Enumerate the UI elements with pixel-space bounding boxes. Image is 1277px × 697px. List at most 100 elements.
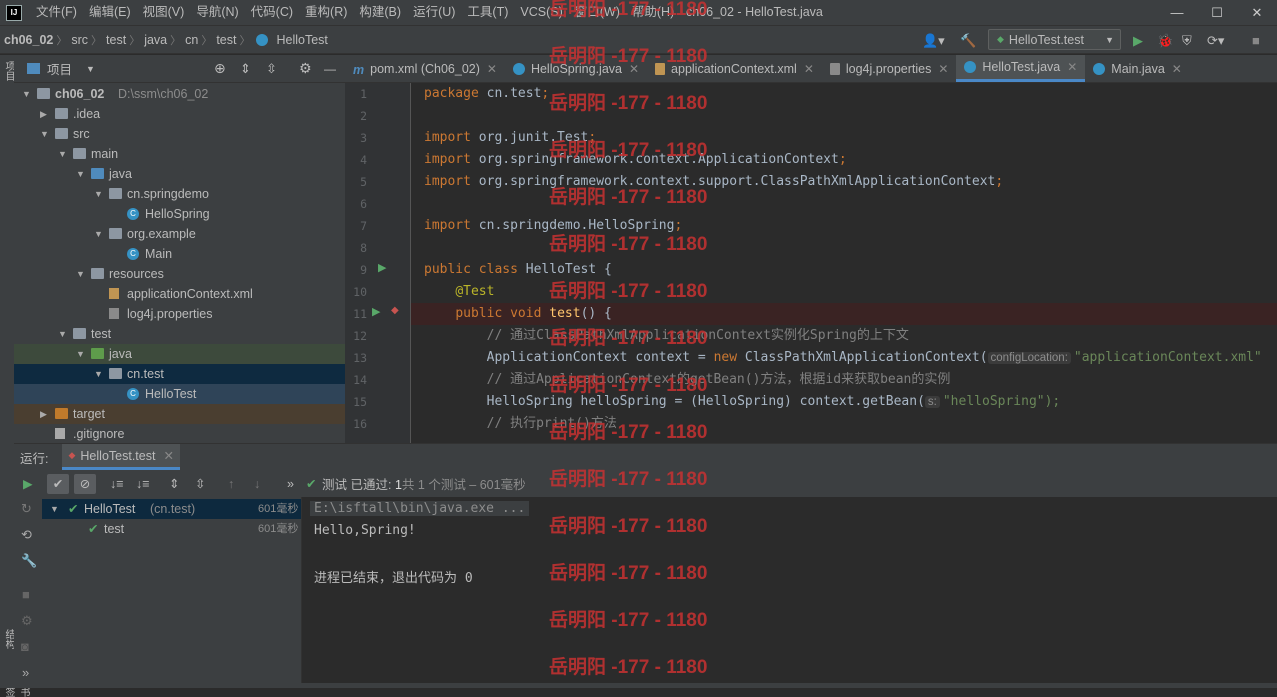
hide-icon[interactable]: — [324,62,336,76]
chevron-down-icon[interactable]: ▼ [94,184,103,204]
menu-item[interactable]: 窗口(W) [569,0,626,25]
menu-item[interactable]: 导航(N) [190,0,244,25]
breadcrumb-item[interactable]: test [212,33,239,47]
close-icon[interactable]: ✕ [163,448,173,463]
chevron-down-icon[interactable]: ▼ [94,224,103,244]
tree-item[interactable]: C Main [14,244,345,264]
tree-item[interactable]: log4j.properties [14,304,345,324]
tree-item[interactable]: .gitignore [14,424,345,443]
editor-tab[interactable]: HelloTest.java ✕ [956,55,1086,82]
rerun-failed-icon[interactable]: ↻ [21,501,32,517]
menu-item[interactable]: 代码(C) [245,0,299,25]
expand-all-icon[interactable]: ⇕ [169,476,179,491]
rerun-icon[interactable]: ▶ [23,476,33,491]
chevron-down-icon[interactable]: ▼ [50,499,59,519]
chevron-down-icon[interactable]: ▼ [76,344,85,364]
stop-icon[interactable]: ■ [22,587,30,602]
coverage-icon[interactable]: ⛨ [1182,33,1192,49]
sort-alpha-icon[interactable]: ↓≡ [110,477,124,491]
editor-tab[interactable]: applicationContext.xml ✕ [647,55,822,82]
menu-item[interactable]: 运行(U) [407,0,461,25]
chevron-down-icon[interactable]: ▼ [76,164,85,184]
project-panel-title[interactable]: 项目 [47,59,72,78]
editor-tab[interactable]: m pom.xml (Ch06_02) ✕ [345,55,505,82]
more-icon[interactable]: » [287,477,294,491]
show-passed-icon[interactable]: ✔ [47,473,69,494]
close-icon[interactable]: ✕ [487,62,497,76]
close-window-icon[interactable]: ✕ [1237,0,1277,25]
build-hammer-icon[interactable]: 🔨 [960,33,976,49]
more-icon[interactable]: » [22,665,29,680]
breakpoint-icon[interactable]: ◆ [391,305,399,316]
test-row[interactable]: ▼ ✔ HelloTest (cn.test) 601毫秒 [42,499,301,519]
close-icon[interactable]: ✕ [1067,60,1077,74]
test-row[interactable]: ✔ test 601毫秒 [42,519,301,539]
collapse-all-icon[interactable]: ⇳ [266,61,277,77]
console-output[interactable]: E:\isftall\bin\java.exe ... Hello,Spring!… [302,497,1277,688]
chevron-right-icon[interactable]: ▶ [40,104,47,124]
chevron-down-icon[interactable]: ▼ [40,124,49,144]
tree-item[interactable]: ▶ .idea [14,104,345,124]
tree-item[interactable]: ▼ cn.springdemo [14,184,345,204]
tree-item[interactable]: C HelloTest [14,384,345,404]
tree-item[interactable]: ▼ java [14,344,345,364]
menu-item[interactable]: 文件(F) [30,0,83,25]
chevron-down-icon[interactable]: ▼ [58,324,67,344]
stop-icon[interactable]: ■ [1252,33,1260,48]
down-arrow-icon[interactable]: ↓ [254,477,260,491]
menu-item[interactable]: 构建(B) [353,0,407,25]
breadcrumb-item[interactable]: src [67,33,91,47]
breadcrumb-item[interactable]: HelloTest [272,33,330,47]
breadcrumb-item[interactable]: ch06_02 [0,33,56,47]
chevron-down-icon[interactable]: ▼ [22,84,31,104]
tree-item[interactable]: ▼ ch06_02 D:\ssm\ch06_02 [14,84,345,104]
editor-tab[interactable]: log4j.properties ✕ [822,55,957,82]
tree-item[interactable]: ▼ java [14,164,345,184]
run-icon[interactable]: ▶ [1133,33,1143,49]
menu-item[interactable]: 工具(T) [461,0,514,25]
tree-item[interactable]: C HelloSpring [14,204,345,224]
tree-item[interactable]: ▼ main [14,144,345,164]
minimize-icon[interactable]: — [1157,0,1197,25]
locate-icon[interactable]: ⊕ [214,60,226,77]
menu-item[interactable]: VCS(S) [514,0,568,25]
run-config-select[interactable]: ◆ HelloTest.test ▼ [988,29,1121,50]
menu-item[interactable]: 重构(R) [299,0,353,25]
show-ignored-icon[interactable]: ⊘ [74,473,96,494]
expand-all-icon[interactable]: ⇕ [240,61,251,77]
tree-item[interactable]: applicationContext.xml [14,284,345,304]
sort-duration-icon[interactable]: ↓≡ [136,477,150,491]
settings-icon[interactable]: ⚙ [21,613,33,629]
user-icon[interactable]: 👤▾ [922,33,945,49]
wrench-icon[interactable]: 🔧 [21,553,37,569]
menu-item[interactable]: 编辑(E) [83,0,137,25]
run-tab[interactable]: ◆ HelloTest.test ✕ [62,444,180,470]
close-icon[interactable]: ✕ [938,62,948,76]
close-icon[interactable]: ✕ [629,62,639,76]
profile-icon[interactable]: ⟳▾ [1207,33,1224,49]
chevron-down-icon[interactable]: ▼ [94,364,103,384]
chevron-down-icon[interactable]: ▼ [58,144,67,164]
close-icon[interactable]: ✕ [1172,62,1182,76]
close-icon[interactable]: ✕ [804,62,814,76]
chevron-down-icon[interactable]: ▼ [76,264,85,284]
tree-item[interactable]: ▼ test [14,324,345,344]
collapse-all-icon[interactable]: ⇳ [195,476,205,491]
run-test-class-icon[interactable]: ▶ [378,261,386,274]
debug-icon[interactable]: 🐞 [1157,33,1173,49]
tool-window-bookmarks[interactable]: 书签 [1,687,31,697]
tree-item[interactable]: ▼ cn.test [14,364,345,384]
tree-item[interactable]: ▶ target [14,404,345,424]
editor-tab[interactable]: Main.java ✕ [1085,55,1190,82]
breadcrumb-item[interactable]: test [102,33,129,47]
editor-tab[interactable]: HelloSpring.java ✕ [505,55,647,82]
breadcrumb-item[interactable]: java [140,33,170,47]
chevron-down-icon[interactable]: ▼ [86,64,95,74]
gear-icon[interactable]: ⚙ [299,60,312,77]
tree-item[interactable]: ▼ src [14,124,345,144]
camera-icon[interactable]: ◙ [21,639,29,654]
up-arrow-icon[interactable]: ↑ [228,477,234,491]
breadcrumb-item[interactable]: cn [181,33,201,47]
maximize-icon[interactable]: ☐ [1197,0,1237,25]
menu-item[interactable]: 视图(V) [137,0,191,25]
